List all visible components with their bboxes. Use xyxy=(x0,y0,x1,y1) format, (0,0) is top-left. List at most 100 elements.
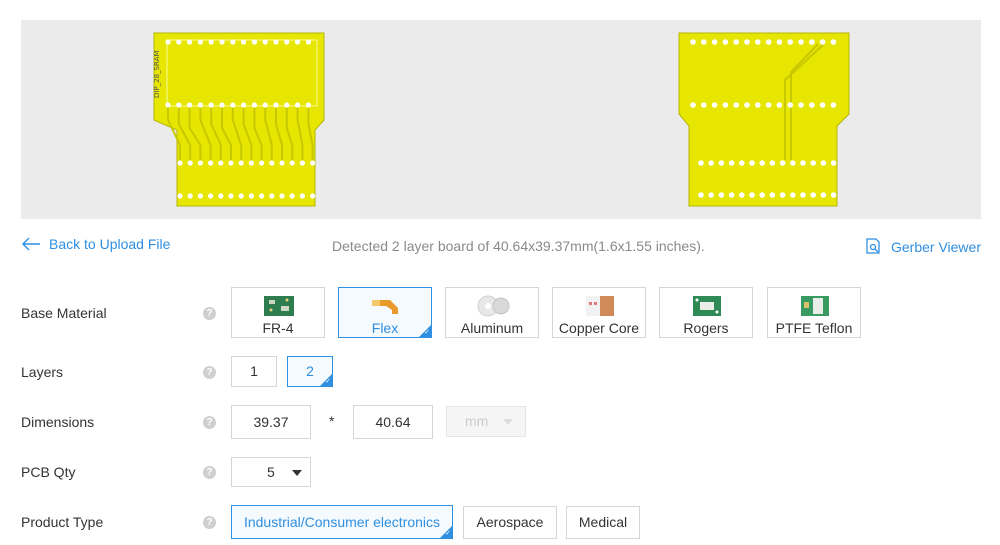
pcb-pad xyxy=(769,192,776,198)
help-icon[interactable]: ? xyxy=(203,366,216,379)
material-option-copper-core[interactable]: Copper Core xyxy=(552,287,646,338)
pcb-pad xyxy=(759,160,765,166)
unit-select-value: mm xyxy=(465,413,489,429)
pcb-pad xyxy=(187,39,193,45)
pcb-pad xyxy=(273,102,279,108)
pcb-pad xyxy=(241,39,247,45)
pcb-pad xyxy=(284,39,290,45)
pcb-pad xyxy=(218,160,224,166)
pcb-pad xyxy=(698,160,704,166)
pcb-pad xyxy=(299,193,305,199)
material-option-aluminum[interactable]: Aluminum xyxy=(445,287,539,338)
pcb-pad xyxy=(728,192,735,198)
product-type-option-industrial[interactable]: Industrial/Consumer electronics xyxy=(231,505,453,539)
pcb-pad xyxy=(289,160,295,166)
material-option-rogers[interactable]: Rogers xyxy=(659,287,753,338)
rogers-board-icon xyxy=(693,296,721,316)
pcb-pad xyxy=(759,192,765,198)
layers-row: Layers ? 1 2 xyxy=(21,356,981,388)
pcb-pad xyxy=(259,160,265,166)
detected-board-text: Detected 2 layer board of 40.64x39.37mm(… xyxy=(332,238,705,254)
dimension-height-input[interactable]: 40.64 xyxy=(353,405,433,439)
pcb-pad xyxy=(176,39,182,45)
help-icon[interactable]: ? xyxy=(203,307,216,320)
pcb-pad xyxy=(269,160,275,166)
pcb-pad xyxy=(187,193,193,199)
pcb-pad xyxy=(310,193,316,199)
pcb-pad xyxy=(269,193,275,199)
product-type-row: Product Type ? Industrial/Consumer elect… xyxy=(21,505,981,539)
pcb-pad xyxy=(739,192,745,198)
pcb-pad xyxy=(718,160,725,166)
material-option-label: Rogers xyxy=(683,320,729,336)
pcb-pad xyxy=(165,39,171,45)
pcb-pad xyxy=(208,39,214,45)
dimension-separator: * xyxy=(329,413,335,429)
pcb-pad xyxy=(779,160,786,166)
help-icon[interactable]: ? xyxy=(203,516,216,529)
info-bar: Back to Upload File Detected 2 layer boa… xyxy=(21,236,981,256)
material-option-fr4[interactable]: FR-4 xyxy=(231,287,325,338)
dimensions-label: Dimensions xyxy=(21,414,95,430)
dimension-width-input[interactable]: 39.37 xyxy=(231,405,311,439)
pcb-pad xyxy=(251,102,257,108)
help-icon[interactable]: ? xyxy=(203,416,216,429)
pcb-pad xyxy=(219,39,225,45)
document-search-icon xyxy=(866,238,880,254)
aluminum-board-icon xyxy=(477,295,510,317)
back-link-label: Back to Upload File xyxy=(49,236,171,252)
product-type-option-aerospace[interactable]: Aerospace xyxy=(463,506,557,539)
pcb-pad xyxy=(218,193,224,199)
help-icon[interactable]: ? xyxy=(203,466,216,479)
pcb-pad xyxy=(739,160,745,166)
gerber-viewer-link[interactable]: Gerber Viewer xyxy=(865,238,981,255)
fr4-board-icon xyxy=(264,296,294,316)
layers-option-1[interactable]: 1 xyxy=(231,356,277,387)
pcb-pad xyxy=(733,39,739,45)
pcb-pad xyxy=(708,160,714,166)
back-to-upload-link[interactable]: Back to Upload File xyxy=(21,236,170,252)
material-option-flex[interactable]: Flex xyxy=(338,287,432,338)
pcb-pad xyxy=(810,160,816,166)
gerber-preview: DIP_28_SRAM xyxy=(21,20,981,219)
pcb-pad xyxy=(228,193,234,199)
pcb-pad xyxy=(259,193,265,199)
pcb-pad xyxy=(690,102,696,108)
pcb-pad xyxy=(238,160,244,166)
pcb-pad xyxy=(208,193,214,199)
product-type-option-medical[interactable]: Medical xyxy=(566,506,640,539)
unit-select[interactable]: mm xyxy=(446,406,526,437)
pcb-pad xyxy=(305,102,311,108)
pcb-pad xyxy=(744,102,750,108)
pcb-pad xyxy=(262,39,268,45)
pcb-pad xyxy=(279,193,285,199)
pcb-pad xyxy=(197,193,203,199)
pcb-pad xyxy=(776,102,783,108)
material-option-ptfe-teflon[interactable]: PTFE Teflon xyxy=(767,287,861,338)
pcb-pad xyxy=(790,192,796,198)
pcb-pad xyxy=(187,160,193,166)
pcb-pad xyxy=(800,160,806,166)
pcb-pad xyxy=(830,160,837,166)
material-option-label: Copper Core xyxy=(558,320,640,336)
pcb-pad xyxy=(197,102,203,108)
pcb-pad xyxy=(830,39,837,45)
pcb-pad xyxy=(251,39,257,45)
pcb-pad xyxy=(787,102,793,108)
pcb-pad xyxy=(711,102,718,108)
pcb-pad xyxy=(755,39,761,45)
pcb-pad xyxy=(718,192,725,198)
pcb-pad xyxy=(273,39,279,45)
pcb-pad xyxy=(295,39,301,45)
pcb-pad xyxy=(701,39,707,45)
pcb-pad xyxy=(809,102,815,108)
pcb-pad xyxy=(299,160,305,166)
arrow-left-icon xyxy=(22,237,40,251)
pcb-pad xyxy=(733,102,739,108)
pcb-pad xyxy=(165,102,171,108)
pcb-pad xyxy=(197,160,203,166)
pcb-pad xyxy=(690,39,696,45)
pcb-qty-select[interactable]: 5 xyxy=(231,457,311,487)
pcb-pad xyxy=(248,193,254,199)
layers-option-2[interactable]: 2 xyxy=(287,356,333,387)
